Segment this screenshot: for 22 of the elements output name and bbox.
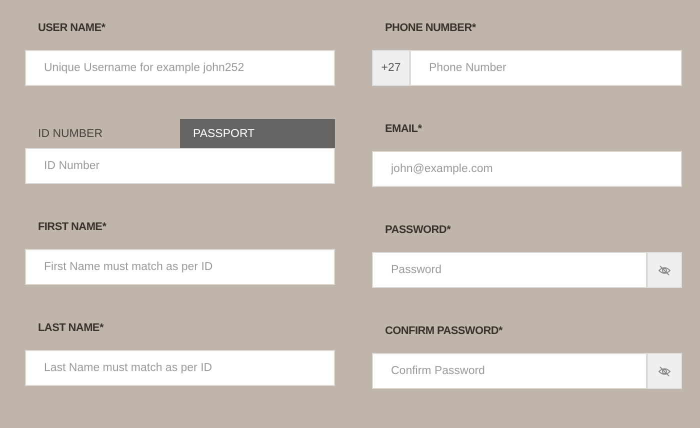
field-label: EMAIL*: [384, 122, 422, 137]
country-code: +27: [372, 50, 410, 86]
password-field[interactable]: Confirm Password: [372, 353, 647, 389]
show-password-button[interactable]: [647, 353, 682, 389]
text-field[interactable]: Last Name must match as per ID: [25, 350, 335, 386]
show-password-button[interactable]: [647, 252, 682, 288]
field-label: FIRST NAME*: [37, 220, 106, 235]
text-field[interactable]: Unique Username for example john252: [25, 50, 335, 86]
field-label: USER NAME*: [37, 21, 106, 36]
eye-slash-icon: [658, 366, 671, 376]
field-label: PHONE NUMBER*: [384, 21, 476, 36]
field-label: CONFIRM PASSWORD*: [384, 324, 503, 339]
password-field[interactable]: Password: [372, 252, 647, 288]
field-label: PASSWORD*: [384, 223, 451, 238]
id-type-tab[interactable]: PASSPORT: [180, 119, 335, 148]
text-field[interactable]: ID Number: [25, 148, 335, 184]
phone-field[interactable]: Phone Number: [410, 50, 682, 86]
eye-slash-icon: [658, 264, 671, 276]
text-field[interactable]: john@example.com: [372, 151, 682, 187]
field-label: LAST NAME*: [37, 321, 104, 336]
text-field[interactable]: First Name must match as per ID: [25, 249, 335, 285]
id-type-tab[interactable]: ID NUMBER: [25, 119, 180, 148]
